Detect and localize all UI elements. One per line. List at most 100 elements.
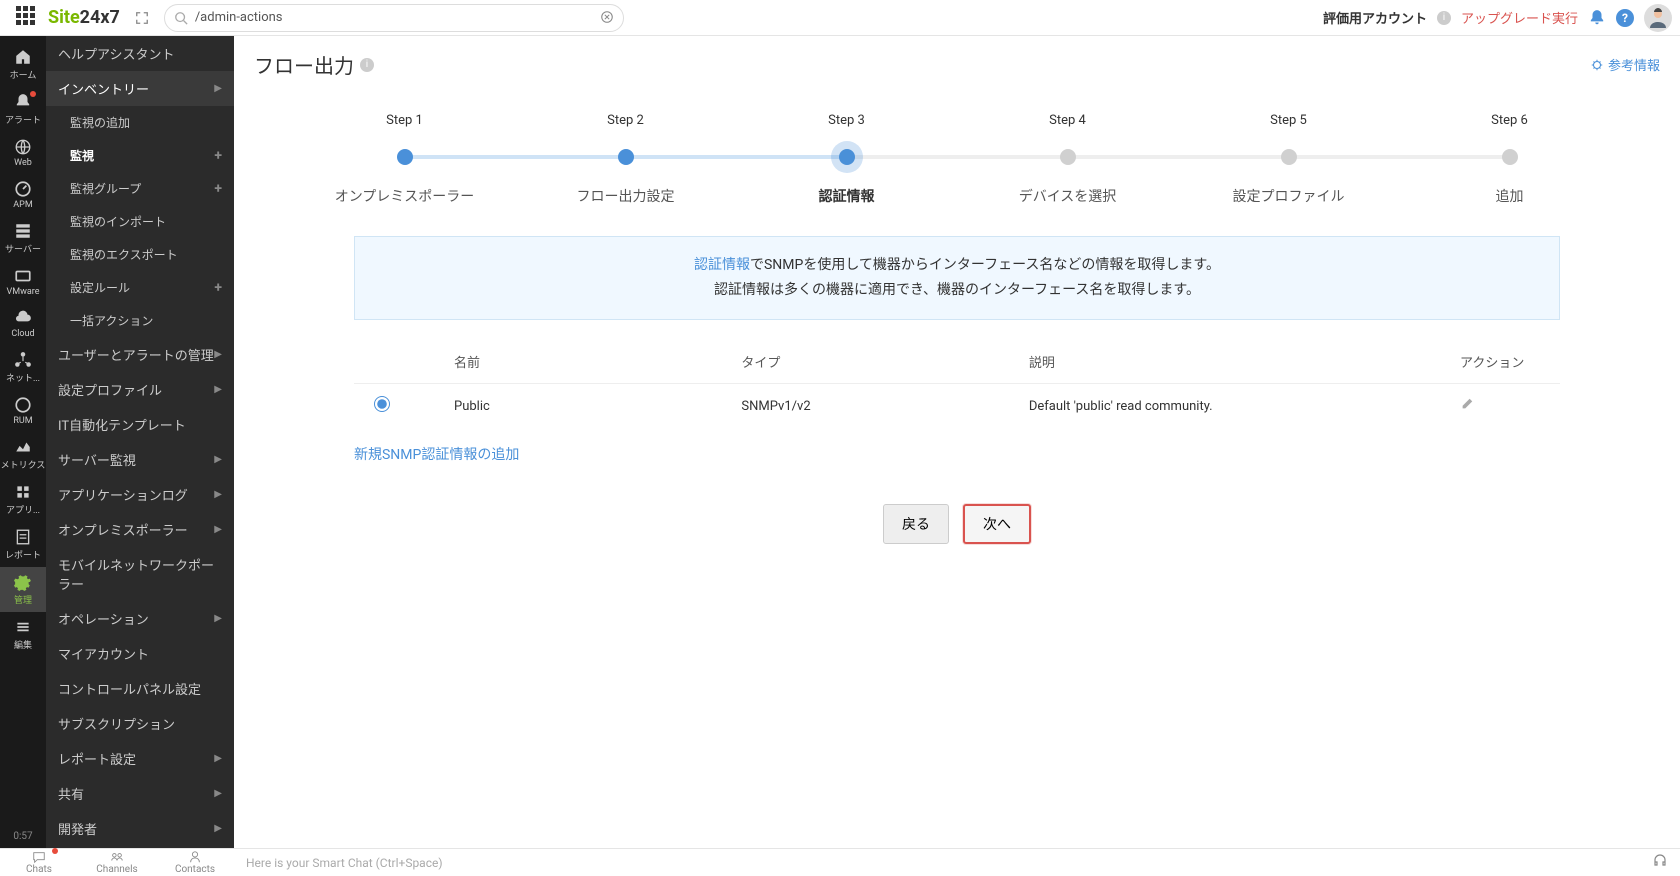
- sidebar-item[interactable]: 監視グループ+: [46, 172, 234, 205]
- sidebar-item[interactable]: 監視のインポート: [46, 205, 234, 238]
- expand-icon[interactable]: [132, 8, 152, 28]
- col-action: アクション: [1460, 352, 1540, 371]
- rail-vmware[interactable]: VMware: [0, 261, 46, 303]
- sidebar-item[interactable]: IT自動化テンプレート: [46, 407, 234, 442]
- chevron-right-icon: ▶: [214, 83, 222, 94]
- info-icon[interactable]: i: [360, 58, 374, 72]
- rail-admin[interactable]: 管理: [0, 567, 46, 612]
- col-desc: 説明: [1029, 352, 1460, 371]
- clear-icon[interactable]: [598, 8, 616, 26]
- sidebar-item[interactable]: 監視+: [46, 139, 234, 172]
- step-dot: [397, 149, 413, 165]
- sidebar-item[interactable]: 設定ルール+: [46, 271, 234, 304]
- page-header: フロー出力 i 参考情報: [234, 36, 1680, 93]
- sidebar-item[interactable]: サブスクリプション: [46, 706, 234, 741]
- topbar: Site24x7 評価用アカウント i アップグレード実行 ?: [0, 0, 1680, 36]
- next-button[interactable]: 次へ: [963, 504, 1031, 544]
- col-name: 名前: [454, 352, 741, 371]
- upgrade-link[interactable]: アップグレード実行: [1461, 8, 1578, 27]
- step[interactable]: Step 4デバイスを選択: [957, 113, 1178, 206]
- rail-app[interactable]: アプリ...: [0, 477, 46, 522]
- info-banner: 認証情報でSNMPを使用して機器からインターフェース名などの情報を取得します。 …: [354, 236, 1560, 320]
- step[interactable]: Step 3認証情報: [736, 113, 957, 206]
- edit-icon[interactable]: [1460, 400, 1474, 415]
- rail-time: 0:57: [13, 831, 32, 842]
- step[interactable]: Step 5設定プロファイル: [1178, 113, 1399, 206]
- search-input[interactable]: [164, 4, 624, 32]
- add-credential-link[interactable]: 新規SNMP認証情報の追加: [354, 444, 519, 464]
- chevron-right-icon: ▶: [214, 613, 222, 624]
- sidebar-item[interactable]: オンプレミスポーラー▶: [46, 512, 234, 547]
- plus-icon[interactable]: +: [214, 280, 222, 296]
- rail-cloud[interactable]: Cloud: [0, 303, 46, 345]
- sidebar-item[interactable]: ユーザーとアラートの管理▶: [46, 337, 234, 372]
- chevron-right-icon: ▶: [214, 524, 222, 535]
- sidebar-item[interactable]: アプリケーションログ▶: [46, 477, 234, 512]
- logo[interactable]: Site24x7: [48, 7, 120, 28]
- sidebar-item[interactable]: モバイルネットワークポーラー: [46, 547, 234, 601]
- sidebar-item[interactable]: 監視の追加: [46, 106, 234, 139]
- rail-report[interactable]: レポート: [0, 522, 46, 567]
- notification-icon[interactable]: [1588, 9, 1606, 27]
- chevron-right-icon: ▶: [214, 384, 222, 395]
- apps-grid-icon[interactable]: [16, 6, 40, 30]
- table-row[interactable]: PublicSNMPv1/v2Default 'public' read com…: [354, 384, 1560, 428]
- bottom-chats[interactable]: Chats: [0, 848, 78, 876]
- credentials-table: 名前 タイプ 説明 アクション PublicSNMPv1/v2Default '…: [354, 340, 1560, 428]
- plus-icon[interactable]: +: [214, 148, 222, 164]
- search-icon: [174, 10, 188, 29]
- step-dot: [839, 149, 855, 165]
- chevron-right-icon: ▶: [214, 489, 222, 500]
- sidebar-item[interactable]: 監視のエクスポート: [46, 238, 234, 271]
- sidebar-item[interactable]: ヘルプアシスタント: [46, 36, 234, 71]
- bottom-channels[interactable]: Channels: [78, 848, 156, 876]
- button-row: 戻る 次へ: [234, 504, 1680, 544]
- plus-icon[interactable]: +: [214, 181, 222, 197]
- avatar[interactable]: [1644, 4, 1672, 32]
- bottom-contacts[interactable]: Contacts: [156, 848, 234, 876]
- rail-rum[interactable]: RUM: [0, 390, 46, 432]
- step[interactable]: Step 1オンプレミスポーラー: [294, 113, 515, 206]
- col-type: タイプ: [741, 352, 1028, 371]
- help-icon[interactable]: ?: [1616, 9, 1634, 27]
- rail-web[interactable]: Web: [0, 132, 46, 174]
- table-header: 名前 タイプ 説明 アクション: [354, 340, 1560, 384]
- info-icon[interactable]: i: [1437, 11, 1451, 25]
- page-title: フロー出力: [254, 50, 354, 79]
- sidebar-item[interactable]: 共有▶: [46, 776, 234, 811]
- step-dot: [1060, 149, 1076, 165]
- sidebar-item[interactable]: 設定プロファイル▶: [46, 372, 234, 407]
- sidebar-item[interactable]: インベントリー▶: [46, 71, 234, 106]
- sidebar-item[interactable]: マイアカウント: [46, 636, 234, 671]
- rail-metrics[interactable]: メトリクス: [0, 432, 46, 477]
- sidebar-item[interactable]: コントロールパネル設定: [46, 671, 234, 706]
- account-label: 評価用アカウント: [1323, 8, 1427, 27]
- chevron-right-icon: ▶: [214, 823, 222, 834]
- smart-chat-hint[interactable]: Here is your Smart Chat (Ctrl+Space): [234, 856, 1640, 870]
- sidebar-item[interactable]: オペレーション▶: [46, 601, 234, 636]
- rail-alert[interactable]: アラート: [0, 87, 46, 132]
- rail-network[interactable]: ネット...: [0, 345, 46, 390]
- chevron-right-icon: ▶: [214, 349, 222, 360]
- step[interactable]: Step 6追加: [1399, 113, 1620, 206]
- banner-link[interactable]: 認証情報: [694, 257, 750, 273]
- icon-rail: ホーム アラート Web APM サーバー VMware Cloud ネット..…: [0, 36, 46, 848]
- chevron-right-icon: ▶: [214, 753, 222, 764]
- row-radio[interactable]: [374, 396, 390, 412]
- chevron-right-icon: ▶: [214, 788, 222, 799]
- sidebar-item[interactable]: 一括アクション: [46, 304, 234, 337]
- reference-link[interactable]: 参考情報: [1590, 55, 1660, 74]
- sidebar-item[interactable]: レポート設定▶: [46, 741, 234, 776]
- rail-apm[interactable]: APM: [0, 174, 46, 216]
- sidebar: ヘルプアシスタントインベントリー▶監視の追加監視+監視グループ+監視のインポート…: [46, 36, 234, 848]
- rail-server[interactable]: サーバー: [0, 216, 46, 261]
- back-button[interactable]: 戻る: [883, 504, 949, 544]
- sidebar-item[interactable]: 開発者▶: [46, 811, 234, 846]
- sidebar-item[interactable]: サーバー監視▶: [46, 442, 234, 477]
- step[interactable]: Step 2フロー出力設定: [515, 113, 736, 206]
- rail-home[interactable]: ホーム: [0, 42, 46, 87]
- search-wrap: [164, 4, 624, 32]
- headset-icon[interactable]: [1640, 853, 1680, 873]
- rail-edit[interactable]: 編集: [0, 612, 46, 657]
- step-dot: [1502, 149, 1518, 165]
